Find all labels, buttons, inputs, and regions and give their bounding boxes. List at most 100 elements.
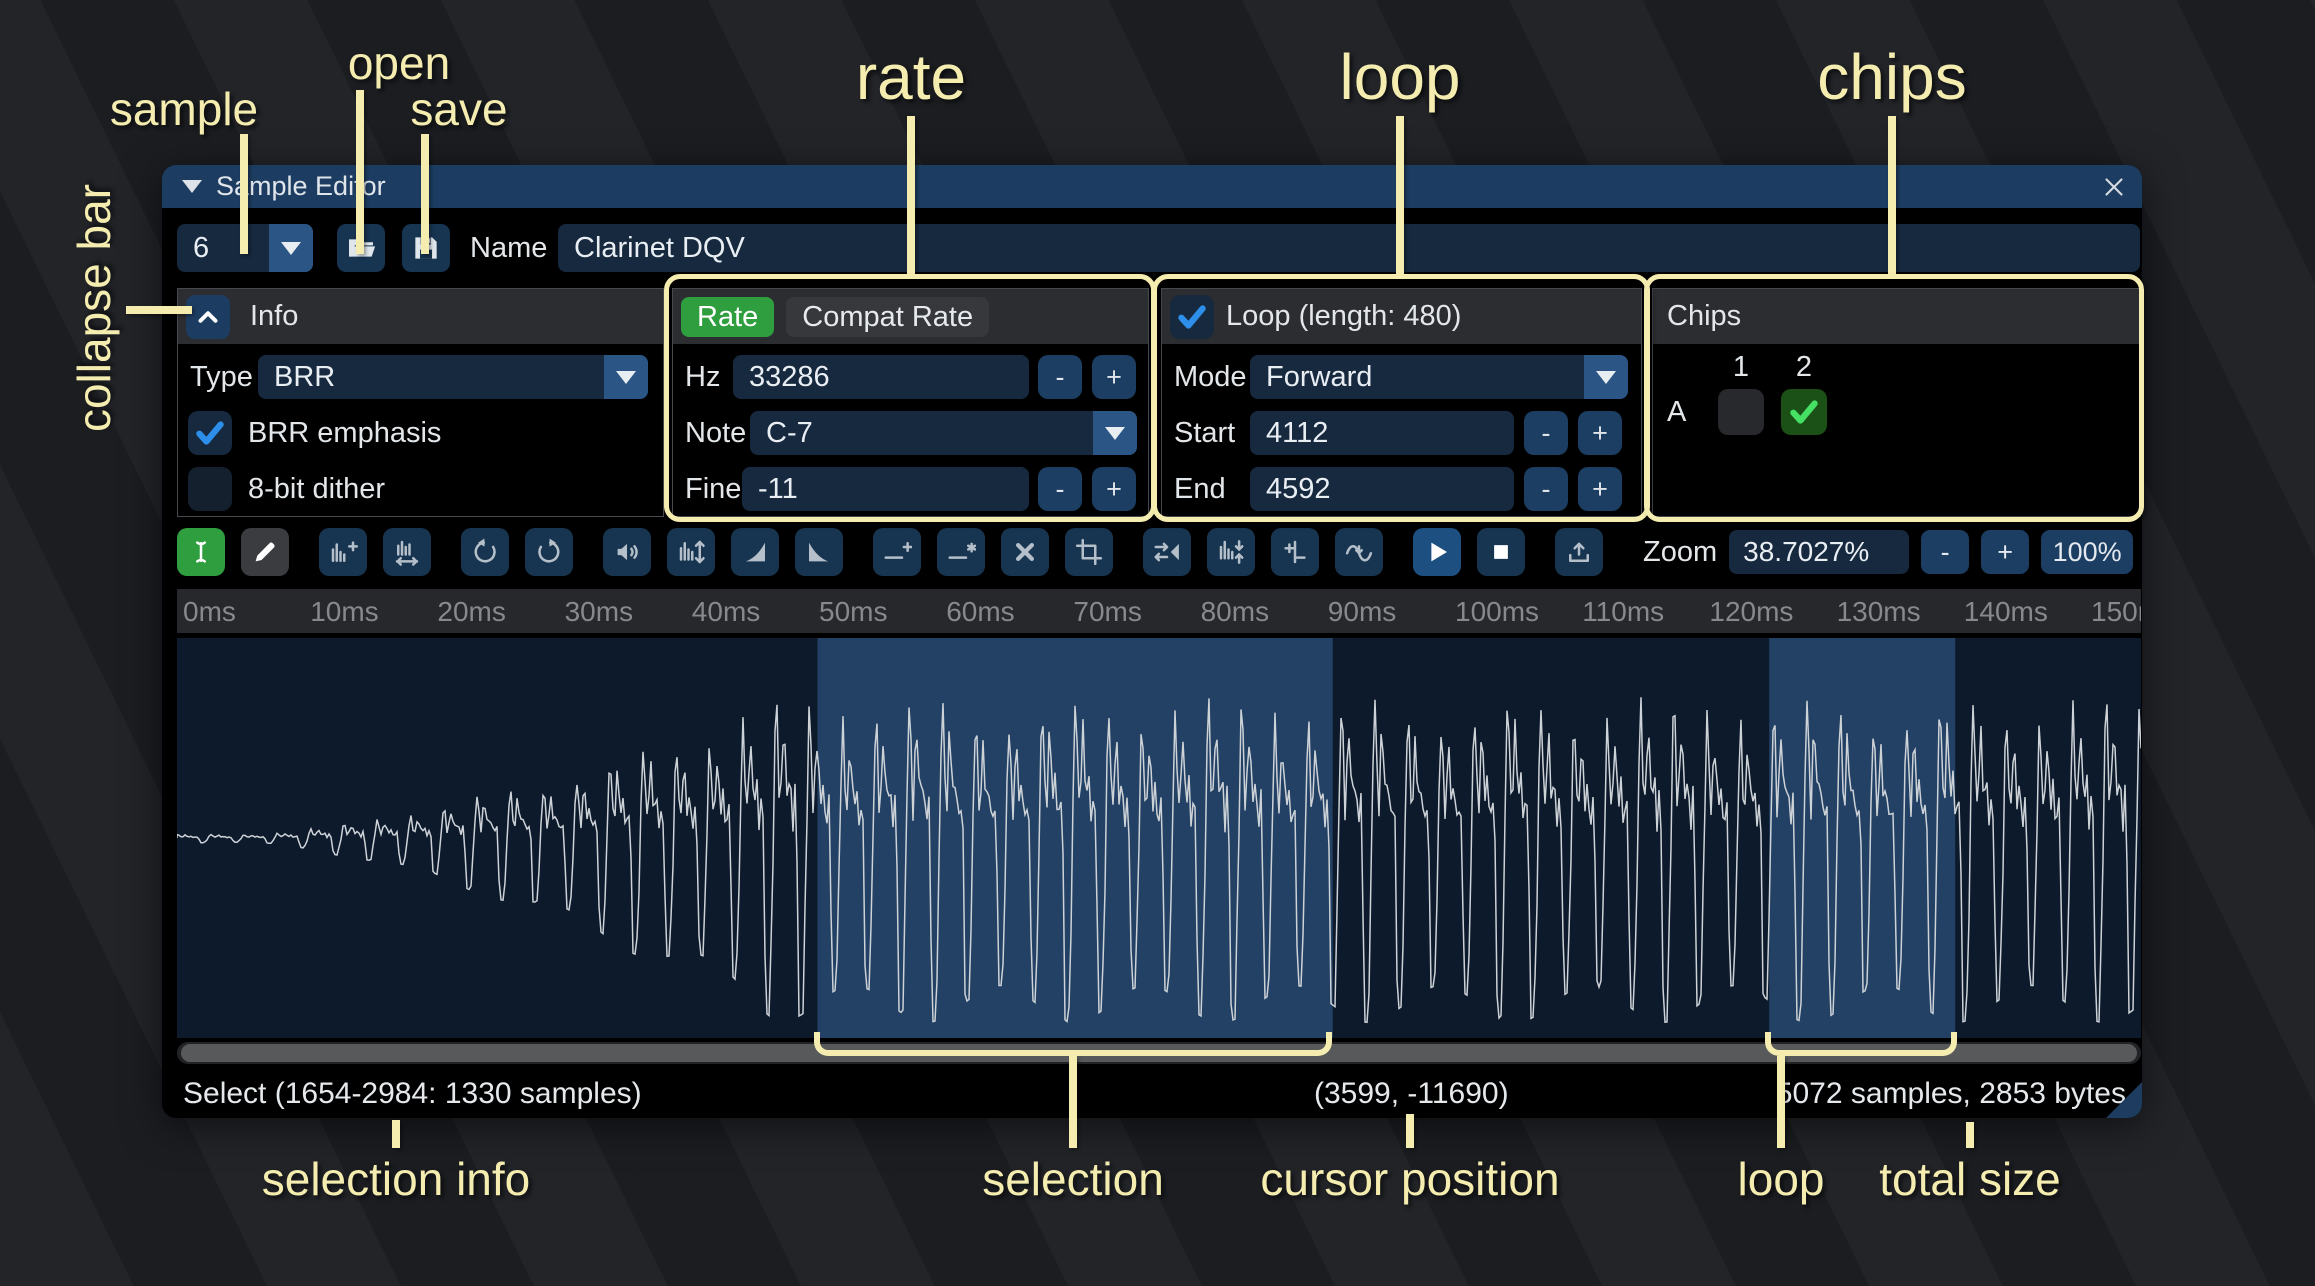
loop-panel-header: Loop (length: 480) xyxy=(1162,289,1641,344)
reverse-icon xyxy=(1152,537,1182,567)
fade-in-button[interactable] xyxy=(731,528,779,576)
insert-silence-button[interactable] xyxy=(873,528,921,576)
hz-minus-button[interactable]: - xyxy=(1038,355,1082,399)
checkmark-icon xyxy=(193,416,227,450)
ruler-tick: 0ms xyxy=(183,596,236,628)
zoom-in-button[interactable]: + xyxy=(1981,530,2029,574)
annotation-loop-label: loop xyxy=(1340,40,1461,114)
insert-silence-icon xyxy=(882,537,912,567)
save-sample-button[interactable] xyxy=(402,224,450,272)
fade-out-button[interactable] xyxy=(795,528,843,576)
save-icon xyxy=(410,232,442,264)
sample-name-input[interactable]: Clarinet DQV xyxy=(558,224,2140,272)
open-sample-button[interactable] xyxy=(337,224,385,272)
hz-input[interactable]: 33286 xyxy=(733,355,1029,399)
selection-region xyxy=(818,638,1333,1038)
loop-enable-checkbox[interactable] xyxy=(1170,295,1214,339)
selection-info-text: Select (1654-2984: 1330 samples) xyxy=(183,1070,642,1118)
fine-plus-button[interactable]: + xyxy=(1092,467,1136,511)
brr-emphasis-label: BRR emphasis xyxy=(248,411,441,455)
filter-button[interactable] xyxy=(1335,528,1383,576)
ruler-tick: 50ms xyxy=(819,596,887,628)
redo-button[interactable] xyxy=(525,528,573,576)
chevron-down-icon xyxy=(1584,355,1628,399)
ruler-tick: 60ms xyxy=(946,596,1014,628)
zoom-value-input[interactable]: 38.7027% xyxy=(1729,530,1909,574)
undo-button[interactable] xyxy=(461,528,509,576)
tab-compat-rate[interactable]: Compat Rate xyxy=(786,297,989,337)
chevron-down-icon[interactable] xyxy=(269,224,313,272)
chip-a2-checkbox[interactable] xyxy=(1781,389,1827,435)
annotation-total-size-label: total size xyxy=(1879,1152,2061,1206)
ruler-tick: 150ms xyxy=(2091,596,2141,628)
loop-start-value: 4112 xyxy=(1250,411,1514,455)
8bit-dither-checkbox[interactable] xyxy=(188,467,232,511)
stop-button[interactable] xyxy=(1477,528,1525,576)
loop-start-input[interactable]: 4112 xyxy=(1250,411,1514,455)
invert-button[interactable] xyxy=(1207,528,1255,576)
chips-panel-header: Chips xyxy=(1653,289,2140,344)
loop-end-plus-button[interactable]: + xyxy=(1578,467,1622,511)
hz-value: 33286 xyxy=(733,355,1029,399)
fine-value: -11 xyxy=(742,467,1029,511)
info-panel-title: Info xyxy=(250,300,298,333)
trim-button[interactable] xyxy=(1065,528,1113,576)
loop-end-input[interactable]: 4592 xyxy=(1250,467,1514,511)
annotation-selection-info-label: selection info xyxy=(262,1152,531,1206)
zoom-out-button[interactable]: - xyxy=(1921,530,1969,574)
select-tool-button[interactable] xyxy=(177,528,225,576)
loop-start-minus-button[interactable]: - xyxy=(1524,411,1568,455)
delete-button[interactable] xyxy=(1001,528,1049,576)
checkmark-icon xyxy=(1787,395,1821,429)
undo-icon xyxy=(470,537,500,567)
play-icon xyxy=(1422,537,1452,567)
reverse-button[interactable] xyxy=(1143,528,1191,576)
upload-icon xyxy=(1564,537,1594,567)
callout-line-selection-info xyxy=(392,1120,400,1148)
window-collapse-icon[interactable] xyxy=(182,180,202,193)
loop-start-plus-button[interactable]: + xyxy=(1578,411,1622,455)
callout-line-total-size xyxy=(1966,1122,1974,1148)
ruler-tick: 120ms xyxy=(1709,596,1793,628)
amplify-button[interactable] xyxy=(603,528,651,576)
speaker-icon xyxy=(612,537,642,567)
annotation-rate-label: rate xyxy=(856,40,966,114)
sample-selector[interactable]: 6 xyxy=(177,224,313,272)
fine-input[interactable]: -11 xyxy=(742,467,1029,511)
zoom-reset-button[interactable]: 100% xyxy=(2041,530,2133,574)
waveform-stretch-icon xyxy=(392,537,422,567)
collapse-info-button[interactable] xyxy=(186,295,230,339)
type-dropdown-value: BRR xyxy=(258,355,648,399)
chip-a1-checkbox[interactable] xyxy=(1718,389,1764,435)
horizontal-scrollbar[interactable] xyxy=(177,1042,2141,1064)
apply-silence-button[interactable] xyxy=(937,528,985,576)
invert-icon xyxy=(1216,537,1246,567)
type-dropdown[interactable]: BRR xyxy=(258,355,648,399)
normalize-button[interactable] xyxy=(667,528,715,576)
draw-tool-button[interactable] xyxy=(241,528,289,576)
info-panel-header[interactable]: Info xyxy=(178,289,663,344)
zoom-controls: Zoom 38.7027% - + 100% xyxy=(1643,530,2133,574)
close-icon xyxy=(2099,172,2129,202)
window-titlebar[interactable]: Sample Editor xyxy=(162,165,2142,208)
preview-button[interactable] xyxy=(1413,528,1461,576)
folder-open-icon xyxy=(345,232,377,264)
tab-rate[interactable]: Rate xyxy=(681,297,774,337)
hz-plus-button[interactable]: + xyxy=(1092,355,1136,399)
sign-convert-button[interactable] xyxy=(1271,528,1319,576)
scrollbar-thumb[interactable] xyxy=(181,1044,2137,1062)
resize-grip[interactable] xyxy=(2106,1082,2142,1118)
note-dropdown[interactable]: C-7 xyxy=(750,411,1137,455)
close-button[interactable] xyxy=(2094,169,2134,205)
resize-time-button[interactable] xyxy=(383,528,431,576)
fine-minus-button[interactable]: - xyxy=(1038,467,1082,511)
import-button[interactable] xyxy=(1555,528,1603,576)
brr-emphasis-checkbox[interactable] xyxy=(188,411,232,455)
loop-mode-dropdown[interactable]: Forward xyxy=(1250,355,1628,399)
ruler-tick: 140ms xyxy=(1964,596,2048,628)
apply-silence-icon xyxy=(946,537,976,567)
loop-end-minus-button[interactable]: - xyxy=(1524,467,1568,511)
waveform-view[interactable] xyxy=(177,638,2141,1038)
resize-button[interactable] xyxy=(319,528,367,576)
ruler-tick: 30ms xyxy=(565,596,633,628)
